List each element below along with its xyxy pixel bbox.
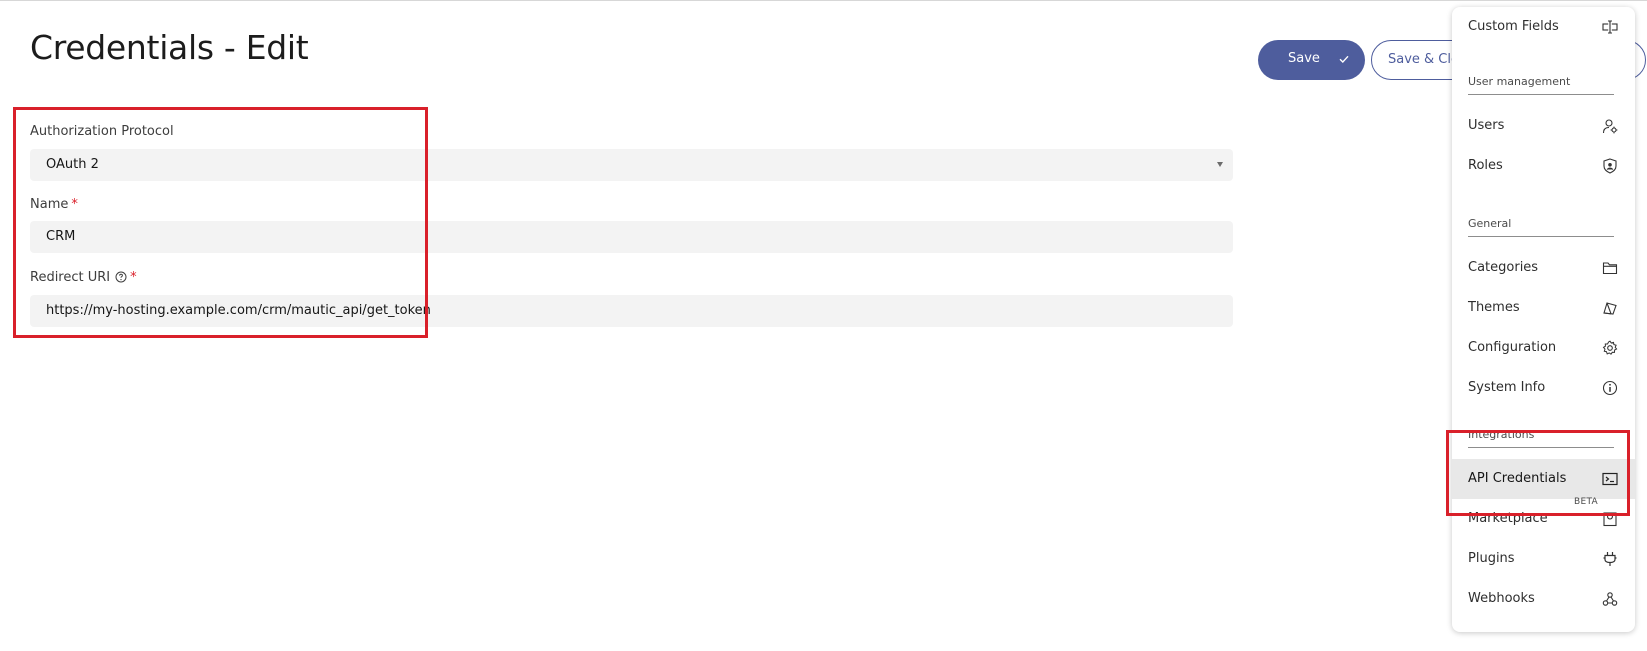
shield-user-icon: [1602, 158, 1618, 174]
menu-item-label: Webhooks: [1468, 591, 1535, 606]
page-title: Credentials - Edit: [30, 28, 309, 67]
highlight-box-form: [13, 107, 428, 338]
info-icon: [1602, 380, 1618, 396]
plug-icon: [1602, 551, 1618, 567]
menu-item-custom-fields[interactable]: Custom Fields: [1452, 7, 1635, 47]
caret-down-icon: [1217, 162, 1223, 167]
menu-item-label: Plugins: [1468, 551, 1515, 566]
highlight-box-integrations: [1446, 430, 1630, 516]
settings-menu: Custom Fields User management Users Role…: [1452, 7, 1635, 632]
menu-item-label: Roles: [1468, 158, 1503, 173]
webhook-icon: [1602, 591, 1618, 607]
menu-item-webhooks[interactable]: Webhooks: [1452, 579, 1635, 619]
menu-item-users[interactable]: Users: [1452, 106, 1635, 146]
menu-item-label: Custom Fields: [1468, 19, 1559, 34]
themes-icon: [1602, 300, 1618, 316]
menu-item-plugins[interactable]: Plugins: [1452, 539, 1635, 579]
menu-item-themes[interactable]: Themes: [1452, 288, 1635, 328]
menu-item-configuration[interactable]: Configuration: [1452, 328, 1635, 368]
menu-item-label: System Info: [1468, 380, 1546, 395]
menu-item-categories[interactable]: Categories: [1452, 248, 1635, 288]
section-user-management: User management: [1468, 74, 1614, 95]
custom-fields-icon: [1602, 19, 1618, 35]
section-title: User management: [1468, 75, 1571, 88]
menu-item-roles[interactable]: Roles: [1452, 146, 1635, 186]
menu-item-label: Themes: [1468, 300, 1520, 315]
menu-item-label: Categories: [1468, 260, 1539, 275]
gear-icon: [1602, 340, 1618, 356]
save-button[interactable]: Save: [1258, 40, 1365, 80]
menu-item-label: Users: [1468, 118, 1505, 133]
user-settings-icon: [1602, 118, 1618, 134]
menu-item-system-info[interactable]: System Info: [1452, 368, 1635, 408]
check-icon: [1337, 52, 1351, 66]
menu-item-label: Configuration: [1468, 340, 1557, 355]
folder-icon: [1602, 260, 1618, 276]
section-general: General: [1468, 216, 1614, 237]
top-border: [0, 0, 1647, 1]
save-button-label: Save: [1288, 51, 1320, 66]
section-title: General: [1468, 217, 1512, 230]
